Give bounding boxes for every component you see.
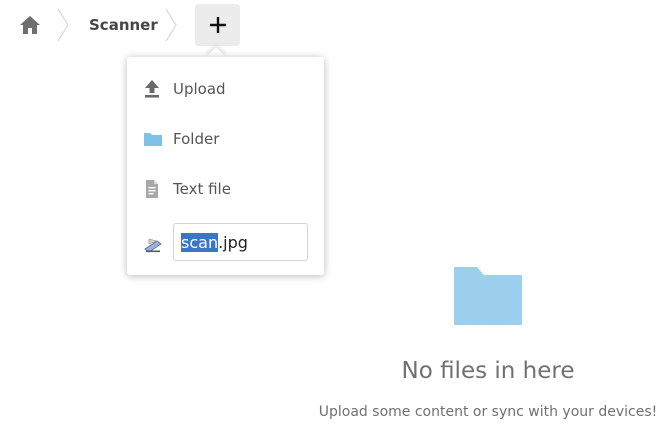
breadcrumb-separator-icon [164, 8, 178, 42]
new-file-name-selection: scan [181, 233, 219, 252]
new-file-row: scan.jpg [127, 219, 324, 269]
empty-state-subtitle: Upload some content or sync with your de… [318, 404, 658, 420]
menu-item-text-file[interactable]: Text file [127, 167, 324, 211]
breadcrumb: Scanner [0, 0, 660, 50]
breadcrumb-separator-icon [56, 8, 70, 42]
menu-item-folder[interactable]: Folder [127, 117, 324, 161]
text-file-icon [146, 180, 158, 198]
menu-item-label: Folder [173, 130, 220, 148]
folder-icon [144, 133, 162, 146]
menu-item-label: Text file [173, 180, 231, 198]
scanner-icon [144, 238, 162, 253]
folder-icon [454, 267, 522, 325]
menu-item-upload[interactable]: Upload [127, 67, 324, 111]
new-button[interactable] [195, 4, 240, 46]
new-file-name-extension: .jpg [218, 233, 248, 252]
upload-icon [145, 80, 159, 98]
new-file-name-value: scan.jpg [181, 233, 248, 252]
new-menu: Upload Folder Text file scan.jpg [127, 57, 324, 275]
home-icon[interactable] [18, 14, 42, 36]
menu-item-label: Upload [173, 80, 226, 98]
empty-state-title: No files in here [401, 358, 575, 384]
breadcrumb-item-scanner[interactable]: Scanner [89, 16, 158, 34]
plus-icon [210, 17, 226, 33]
new-file-name-input[interactable]: scan.jpg [173, 223, 308, 261]
